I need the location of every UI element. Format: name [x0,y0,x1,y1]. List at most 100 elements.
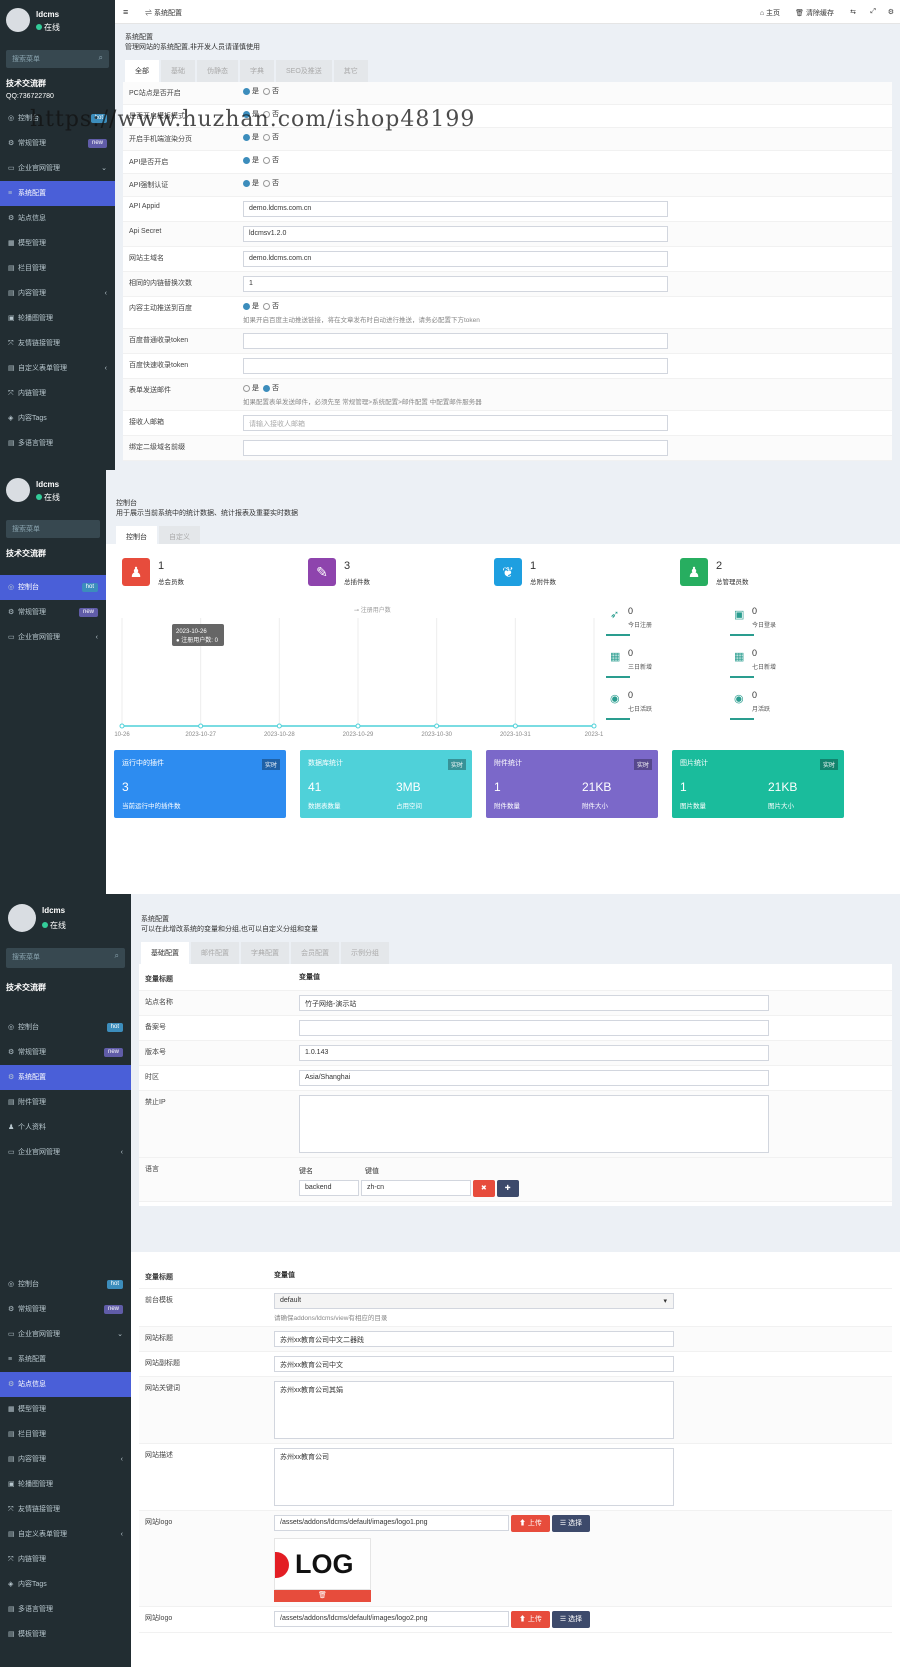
text-input[interactable]: 1.0.143 [299,1045,769,1061]
radio-no[interactable]: 否 [263,133,279,141]
tab-3[interactable]: 字典 [240,60,274,82]
clear-cache-button[interactable]: 🗑 清除缓存 [795,8,834,18]
text-input[interactable]: 请输入接收人邮箱 [243,415,668,431]
text-input[interactable]: ldcmsv1.2.0 [243,226,668,242]
text-input[interactable] [299,1095,769,1153]
text-input[interactable] [243,333,668,349]
sidebar-item-7[interactable]: ▤ 内容管理 ‹ [0,1447,131,1472]
menu-toggle-icon[interactable]: ≡ [123,7,128,17]
sidebar-item-9[interactable]: ⤧ 友情链接管理 [0,1497,131,1522]
sidebar-item-1[interactable]: ⚙ 常规管理 new [0,1297,131,1322]
tab-4[interactable]: 示例分组 [341,942,389,964]
tab-1[interactable]: 邮件配置 [191,942,239,964]
sidebar-item-11[interactable]: ⤧ 内链管理 [0,1547,131,1572]
sidebar-item-3[interactable]: ▤ 附件管理 [0,1090,131,1115]
lang-value-input[interactable]: zh-cn [360,1180,471,1196]
upload-button[interactable]: ⬆ 上传 [510,1515,550,1532]
desc-textarea[interactable]: 苏州xx教育公司 [274,1448,674,1506]
breadcrumb[interactable]: ⇌ 系统配置 [145,8,182,18]
tab-1[interactable]: 基础 [161,60,195,82]
choose-button-2[interactable]: ☰ 选择 [551,1611,591,1628]
sidebar-item-4[interactable]: ⚙ 站点信息 [0,1372,131,1397]
sidebar-item-8[interactable]: ▣ 轮播图管理 [0,306,115,331]
text-input[interactable]: demo.ldcms.com.cn [243,201,668,217]
sidebar-item-3[interactable]: ≡ 系统配置 [0,181,115,206]
upload-button-2[interactable]: ⬆ 上传 [510,1611,550,1628]
tab-2[interactable]: 字典配置 [241,942,289,964]
sidebar-item-13[interactable]: ▤ 多语言管理 [0,1597,131,1622]
sidebar-item-9[interactable]: ⤧ 友情链接管理 [0,331,115,356]
add-row-button[interactable]: ✚ [496,1180,519,1197]
radio-no[interactable]: 否 [263,302,279,310]
title-input[interactable]: 苏州xx教育公司中文二器践 [274,1331,674,1347]
radio-no[interactable]: 否 [263,87,279,95]
logo-path-input[interactable]: /assets/addons/ldcms/default/images/logo… [274,1515,509,1531]
radio-yes[interactable]: 是 [243,133,259,141]
settings-icon[interactable]: ⚙ [888,8,894,16]
delete-row-button[interactable]: ✖ [472,1180,495,1197]
sidebar-item-5[interactable]: ▦ 模型管理 [0,1397,131,1422]
radio-no[interactable]: 否 [263,384,279,392]
logo2-path-input[interactable]: /assets/addons/ldcms/default/images/logo… [274,1611,509,1627]
radio-yes[interactable]: 是 [243,156,259,164]
fullscreen-icon[interactable]: ⤢ [870,8,876,16]
search-menu-input[interactable]: 搜索菜单 ⌕ [6,948,125,968]
radio-yes[interactable]: 是 [243,179,259,187]
template-select[interactable]: default ▾ [274,1293,674,1309]
sidebar-item-6[interactable]: ▤ 栏目管理 [0,1422,131,1447]
lang-key-input[interactable]: backend [299,1180,359,1196]
text-input[interactable]: demo.ldcms.com.cn [243,251,668,267]
sidebar-item-2[interactable]: ⚙ 系统配置 [0,1065,131,1090]
sidebar-item-3[interactable]: ≡ 系统配置 [0,1347,131,1372]
search-icon[interactable]: ⌕ [115,951,119,961]
tab-4[interactable]: SEO及推送 [276,60,332,82]
text-input[interactable]: Asia/Shanghai [299,1070,769,1086]
sidebar-item-2[interactable]: ▭ 企业官网管理 ‹ [0,625,106,650]
sidebar-item-2[interactable]: ▭ 企业官网管理 ⌄ [0,1322,131,1347]
sidebar-item-5[interactable]: ▦ 模型管理 [0,231,115,256]
tab-2[interactable]: 伪静态 [197,60,238,82]
sidebar-item-4[interactable]: ♟ 个人资料 [0,1115,131,1140]
radio-no[interactable]: 否 [263,156,279,164]
subtitle-input[interactable]: 苏州xx教育公司中文 [274,1356,674,1372]
sidebar-item-6[interactable]: ▤ 栏目管理 [0,256,115,281]
radio-yes[interactable]: 是 [243,302,259,310]
text-input[interactable] [243,440,668,456]
sidebar-item-0[interactable]: ◎ 控制台 hot [0,1015,131,1040]
tab-0[interactable]: 全部 [125,60,159,82]
text-input[interactable] [243,358,668,374]
tab-5[interactable]: 其它 [333,60,368,82]
radio-no[interactable]: 否 [263,179,279,187]
sidebar-item-12[interactable]: ◈ 内容Tags [0,406,115,431]
sidebar-item-5[interactable]: ▭ 企业官网管理 ‹ [0,1140,131,1165]
sidebar-item-7[interactable]: ▤ 内容管理 ‹ [0,281,115,306]
text-input[interactable] [299,1020,769,1036]
search-menu-input[interactable]: 搜索菜单 ⌕ [6,50,109,68]
sidebar-item-0[interactable]: ◎ 控制台 hot [0,575,106,600]
sidebar-item-10[interactable]: ▤ 自定义表单管理 ‹ [0,356,115,381]
translate-icon[interactable]: ⇆ [850,8,856,16]
sidebar-item-13[interactable]: ▤ 多语言管理 [0,431,115,456]
radio-yes[interactable]: 是 [243,87,259,95]
sidebar-item-10[interactable]: ▤ 自定义表单管理 ‹ [0,1522,131,1547]
radio-yes[interactable]: 是 [243,384,259,392]
sidebar-item-1[interactable]: ⚙ 常规管理 new [0,131,115,156]
delete-logo-button[interactable]: 🗑 [274,1590,371,1602]
sidebar-item-14[interactable]: ▤ 模板管理 [0,1622,131,1647]
tab-3[interactable]: 会员配置 [291,942,339,964]
sidebar-item-1[interactable]: ⚙ 常规管理 new [0,1040,131,1065]
home-link[interactable]: ⌂ 主页 [760,8,780,18]
sidebar-item-4[interactable]: ⚙ 站点信息 [0,206,115,231]
tab-0[interactable]: 基础配置 [141,942,189,964]
text-input[interactable]: 竹子网络-演示站 [299,995,769,1011]
choose-button[interactable]: ☰ 选择 [551,1515,591,1532]
sidebar-item-1[interactable]: ⚙ 常规管理 new [0,600,106,625]
sidebar-item-12[interactable]: ◈ 内容Tags [0,1572,131,1597]
sidebar-item-8[interactable]: ▣ 轮播图管理 [0,1472,131,1497]
sidebar-item-0[interactable]: ◎ 控制台 hot [0,1272,131,1297]
text-input[interactable]: 1 [243,276,668,292]
search-icon[interactable]: ⌕ [99,53,103,63]
keywords-textarea[interactable]: 苏州xx教育公司其娟 [274,1381,674,1439]
search-menu-input[interactable]: 搜索菜单 [6,520,100,538]
sidebar-item-11[interactable]: ⤧ 内链管理 [0,381,115,406]
